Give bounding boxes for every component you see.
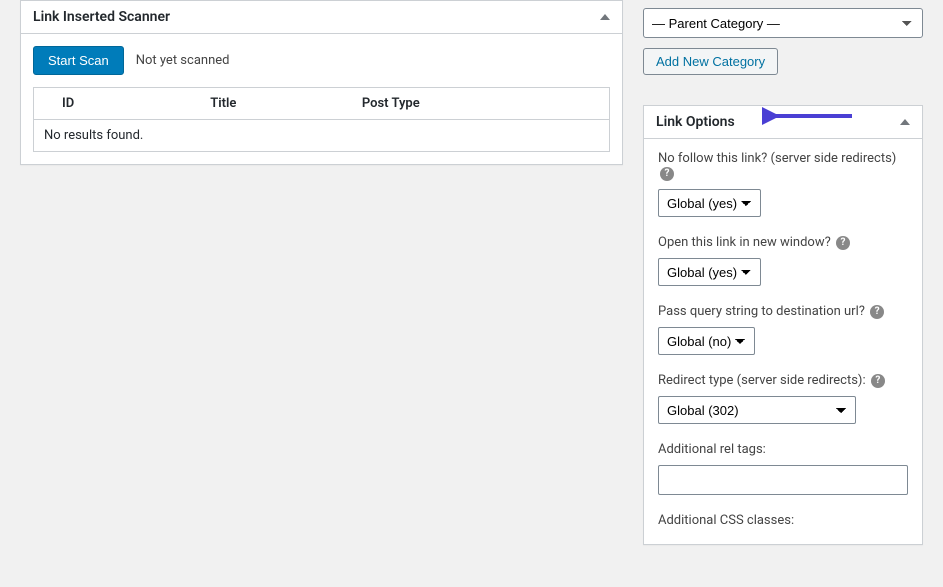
pass-query-select[interactable]: Global (no) <box>658 327 755 355</box>
rel-tags-label: Additional rel tags: <box>658 442 766 457</box>
nofollow-select[interactable]: Global (yes) <box>658 189 761 217</box>
help-icon[interactable]: ? <box>871 374 885 388</box>
column-title: Title <box>200 88 352 120</box>
category-panel-partial: — Parent Category — Add New Category <box>643 0 923 75</box>
link-options-header: Link Options <box>644 106 922 139</box>
scan-status-text: Not yet scanned <box>136 53 230 68</box>
link-inserted-scanner-panel: Link Inserted Scanner Start Scan Not yet… <box>20 0 623 165</box>
help-icon[interactable]: ? <box>660 167 674 181</box>
pass-query-label: Pass query string to destination url? <box>658 304 865 319</box>
scan-results-table: ID Title Post Type No results found. <box>33 87 610 152</box>
redirect-type-select[interactable]: Global (302) <box>658 396 856 424</box>
link-options-title: Link Options <box>656 114 735 130</box>
chevron-up-icon[interactable] <box>600 14 610 20</box>
start-scan-button[interactable]: Start Scan <box>33 46 124 75</box>
empty-results: No results found. <box>34 120 610 152</box>
rel-tags-input[interactable] <box>658 465 908 495</box>
help-icon[interactable]: ? <box>836 236 850 250</box>
help-icon[interactable]: ? <box>870 305 884 319</box>
new-window-label: Open this link in new window? <box>658 235 831 250</box>
scanner-title: Link Inserted Scanner <box>33 9 170 25</box>
chevron-up-icon[interactable] <box>900 119 910 125</box>
column-id: ID <box>34 88 201 120</box>
annotation-arrow-icon <box>762 104 862 128</box>
table-row: No results found. <box>34 120 610 152</box>
parent-category-select[interactable]: — Parent Category — <box>643 8 923 38</box>
new-window-select[interactable]: Global (yes) <box>658 258 761 286</box>
add-new-category-button[interactable]: Add New Category <box>643 48 778 75</box>
redirect-type-label: Redirect type (server side redirects): <box>658 373 866 388</box>
scanner-header: Link Inserted Scanner <box>21 1 622 34</box>
link-options-panel: Link Options No follow this link? (serve… <box>643 105 923 545</box>
nofollow-label: No follow this link? (server side redire… <box>658 151 896 166</box>
css-classes-label: Additional CSS classes: <box>658 513 794 528</box>
column-post-type: Post Type <box>352 88 610 120</box>
